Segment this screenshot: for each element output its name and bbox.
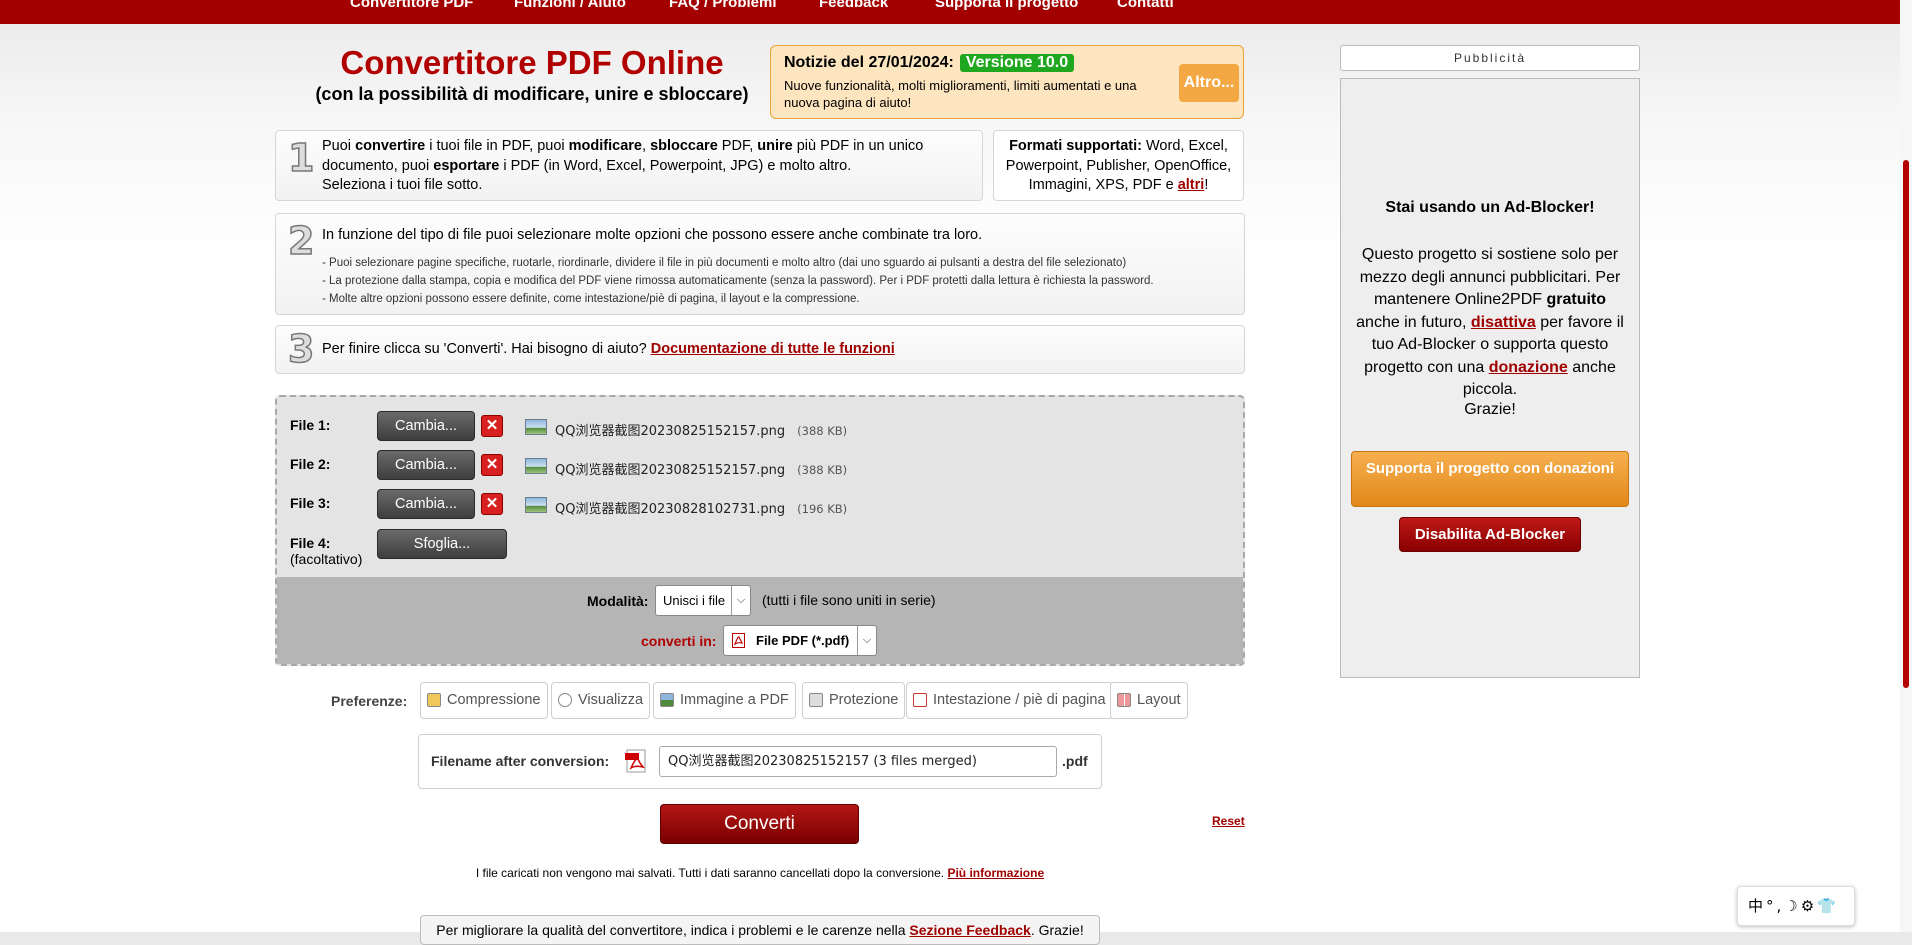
pref-visualizza-button[interactable]: Visualizza xyxy=(551,682,651,719)
convert-to-select[interactable]: File PDF (*.pdf) ⌵ xyxy=(723,625,877,656)
chevron-down-icon: ⌵ xyxy=(731,586,750,615)
file-4-optional: (facoltativo) xyxy=(290,551,363,567)
support-donation-button[interactable]: Supporta il progetto con donazioni xyxy=(1351,451,1629,507)
ad-header: Pubblicità xyxy=(1340,45,1640,71)
list-item: - La protezione dalla stampa, copia e mo… xyxy=(322,275,1154,287)
step-2-text: In funzione del tipo di file puoi selezi… xyxy=(322,227,983,243)
pdf-icon xyxy=(625,749,649,778)
disable-adblocker-button[interactable]: Disabilita Ad-Blocker xyxy=(1399,517,1581,552)
output-filename-input[interactable]: QQ浏览器截图20230825152157 (3 files merged) xyxy=(659,746,1057,777)
mode-select[interactable]: Unisci i file ⌵ xyxy=(655,585,751,616)
top-nav: Convertitore PDF Funzioni / Aiuto FAQ / … xyxy=(0,0,1912,24)
pref-intestazione-button[interactable]: Intestazione / piè di pagina xyxy=(906,682,1113,719)
donation-link[interactable]: donazione xyxy=(1489,359,1568,376)
output-filename-box: Filename after conversion: QQ浏览器截图202308… xyxy=(418,734,1102,789)
page-title: Convertitore PDF Online xyxy=(340,44,724,81)
mode-label: Modalità: xyxy=(587,593,649,609)
adblock-thanks: Grazie! xyxy=(1464,401,1516,418)
disable-link[interactable]: disattiva xyxy=(1471,314,1536,331)
pdf-icon xyxy=(732,633,745,648)
ad-box: Stai usando un Ad-Blocker! Questo proget… xyxy=(1340,78,1640,678)
list-item: - Molte altre opzioni possono essere def… xyxy=(322,293,860,305)
reset-link[interactable]: Reset xyxy=(1212,814,1245,828)
image-file-icon xyxy=(525,458,547,474)
more-info-link[interactable]: Più informazione xyxy=(947,866,1044,880)
news-heading: Notizie del 27/01/2024: Versione 10.0 xyxy=(784,54,1075,72)
file-1-change-button[interactable]: Cambia... xyxy=(377,411,475,441)
pref-protezione-button[interactable]: Protezione xyxy=(802,682,906,719)
nav-funzioni[interactable]: Funzioni / Aiuto xyxy=(514,0,626,11)
file-1-label: File 1: xyxy=(290,417,331,433)
adblock-text: Questo progetto si sostiene solo per mez… xyxy=(1356,246,1624,398)
lock-icon xyxy=(809,693,823,707)
image-file-icon xyxy=(525,419,547,435)
nav-supporta[interactable]: Supporta il progetto xyxy=(935,0,1078,11)
formats-more-link[interactable]: altri xyxy=(1178,177,1205,193)
privacy-notice: I file caricati non vengono mai salvati.… xyxy=(475,866,1045,880)
feedback-box: Per migliorare la qualità del convertito… xyxy=(420,915,1100,945)
convert-button[interactable]: Converti xyxy=(660,804,859,844)
version-badge: Versione 10.0 xyxy=(959,54,1075,72)
compress-icon xyxy=(427,693,441,707)
step-3-text: Per finire clicca su 'Converti'. Hai bis… xyxy=(322,341,895,357)
documentation-link[interactable]: Documentazione di tutte le funzioni xyxy=(651,341,895,357)
file-1-name: QQ浏览器截图20230825152157.png (388 KB) xyxy=(555,424,848,439)
file-3-size: (196 KB) xyxy=(797,502,848,516)
pref-layout-button[interactable]: Layout xyxy=(1110,682,1188,719)
pref-immagine-button[interactable]: Immagine a PDF xyxy=(653,682,796,719)
file-4-label: File 4: (facoltativo) xyxy=(290,535,363,567)
step-2-box: 2 In funzione del tipo di file puoi sele… xyxy=(275,213,1245,315)
convert-to-label: converti in: xyxy=(641,633,717,649)
scrollbar-thumb[interactable] xyxy=(1903,160,1909,688)
file-2-label: File 2: xyxy=(290,456,331,472)
page-header-icon xyxy=(913,693,927,707)
nav-faq[interactable]: FAQ / Problemi xyxy=(669,0,777,11)
file-1-remove-icon[interactable]: ✕ xyxy=(481,415,503,437)
upload-area[interactable]: File 1: Cambia... ✕ QQ浏览器截图2023082515215… xyxy=(275,395,1245,666)
news-box: Notizie del 27/01/2024: Versione 10.0 Nuo… xyxy=(770,45,1244,119)
file-1-size: (388 KB) xyxy=(797,424,848,438)
output-filename-label: Filename after conversion: xyxy=(431,753,610,769)
file-2-change-button[interactable]: Cambia... xyxy=(377,450,475,480)
news-more-button[interactable]: Altro... xyxy=(1179,64,1239,102)
pref-compressione-button[interactable]: Compressione xyxy=(420,682,548,719)
image-file-icon xyxy=(525,497,547,513)
file-3-change-button[interactable]: Cambia... xyxy=(377,489,475,519)
file-3-label: File 3: xyxy=(290,495,331,511)
chevron-down-icon: ⌵ xyxy=(857,626,876,655)
step-3-number: 3 xyxy=(287,326,315,372)
magnifier-icon xyxy=(558,693,572,707)
feedback-section-link[interactable]: Sezione Feedback xyxy=(909,922,1030,938)
step-1-number: 1 xyxy=(287,135,315,181)
file-2-remove-icon[interactable]: ✕ xyxy=(481,454,503,476)
ime-toolbar[interactable]: 中°,☽⚙👕 xyxy=(1737,886,1855,926)
list-item: - Puoi selezionare pagine specifiche, ru… xyxy=(322,257,1127,269)
adblock-title: Stai usando un Ad-Blocker! xyxy=(1385,199,1595,216)
page-subtitle: (con la possibilità di modificare, unire… xyxy=(315,84,749,104)
nav-feedback[interactable]: Feedback xyxy=(819,0,888,11)
preferences-label: Preferenze: xyxy=(331,693,408,709)
mode-hint: (tutti i file sono uniti in serie) xyxy=(762,592,936,608)
step-2-bullets: - Puoi selezionare pagine specifiche, ru… xyxy=(322,254,1154,308)
file-3-name: QQ浏览器截图20230828102731.png (196 KB) xyxy=(555,502,848,517)
output-extension: .pdf xyxy=(1062,753,1088,769)
image-icon xyxy=(660,693,674,707)
file-2-name: QQ浏览器截图20230825152157.png (388 KB) xyxy=(555,463,848,478)
step-3-box: 3 Per finire clicca su 'Converti'. Hai b… xyxy=(275,325,1245,374)
step-2-number: 2 xyxy=(287,218,315,264)
nav-contatti[interactable]: Contatti xyxy=(1117,0,1174,11)
layout-icon xyxy=(1117,693,1131,707)
file-4-browse-button[interactable]: Sfoglia... xyxy=(377,529,507,559)
supported-formats: Formati supportati: Word, Excel, Powerpo… xyxy=(993,130,1244,201)
file-3-remove-icon[interactable]: ✕ xyxy=(481,493,503,515)
news-text: Nuove funzionalità, molti miglioramenti,… xyxy=(784,78,1137,110)
step-1-text: Puoi convertire i tuoi file in PDF, puoi… xyxy=(322,138,924,193)
options-band: Modalità: Unisci i file ⌵ (tutti i file … xyxy=(277,577,1243,664)
step-1-box: 1 Puoi convertire i tuoi file in PDF, pu… xyxy=(275,130,983,201)
file-2-size: (388 KB) xyxy=(797,463,848,477)
nav-convertitore[interactable]: Convertitore PDF xyxy=(350,0,473,11)
